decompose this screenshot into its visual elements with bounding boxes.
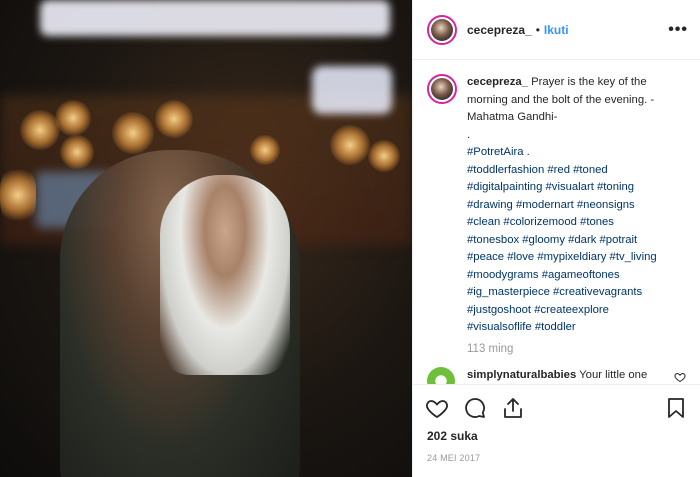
- instagram-post: cecepreza_ • Ikuti ••• cecepreza_ Prayer…: [0, 0, 700, 477]
- hashtag-line[interactable]: #tonesbox #gloomy #dark #potrait: [467, 232, 686, 250]
- hashtag-line[interactable]: #visualsoflife #toddler: [467, 319, 686, 337]
- header-username[interactable]: cecepreza_: [467, 23, 532, 37]
- photo-bokeh: [0, 165, 36, 225]
- photo-bokeh: [250, 135, 280, 165]
- comment-like-icon[interactable]: [674, 371, 686, 383]
- avatar-image: [431, 78, 453, 100]
- caption-text: cecepreza_ Prayer is the key of the morn…: [467, 74, 686, 337]
- avatar[interactable]: [427, 14, 457, 45]
- comment-username[interactable]: simplynaturalbabies: [467, 369, 576, 381]
- post-header: cecepreza_ • Ikuti •••: [413, 0, 700, 60]
- likes-count[interactable]: 202 suka: [413, 425, 700, 443]
- hashtag-line[interactable]: #justgoshoot #createexplore: [467, 302, 686, 320]
- hashtag-line[interactable]: #peace #love #mypixeldiary #tv_living: [467, 249, 686, 267]
- hashtag-line[interactable]: #moodygrams #agameoftones: [467, 267, 686, 285]
- photo-bokeh: [112, 112, 154, 154]
- hashtag-line[interactable]: #ig_masterpiece #creativevagrants: [467, 284, 686, 302]
- hashtag-line[interactable]: #toddlerfashion #red #toned: [467, 162, 686, 180]
- post-sidebar: cecepreza_ • Ikuti ••• cecepreza_ Prayer…: [412, 0, 700, 477]
- photo-bokeh: [60, 135, 94, 169]
- header-separator: •: [535, 22, 540, 37]
- hashtag-line[interactable]: #drawing #modernart #neonsigns: [467, 197, 686, 215]
- comment-text: simplynaturalbabies Your little one migh…: [467, 367, 662, 385]
- photo-bokeh: [330, 125, 370, 165]
- heart-icon[interactable]: [425, 396, 449, 420]
- photo-bokeh: [155, 100, 193, 138]
- photo-subject-toddler: [160, 175, 290, 375]
- hashtag-line[interactable]: #clean #colorizemood #tones: [467, 214, 686, 232]
- photo-neon-sign: [40, 0, 390, 36]
- follow-button[interactable]: Ikuti: [544, 23, 569, 37]
- caption-username[interactable]: cecepreza_: [467, 76, 528, 88]
- photo-bokeh: [368, 140, 400, 172]
- caption-avatar[interactable]: [427, 74, 457, 104]
- avatar-image: [431, 18, 453, 41]
- comment-item: simplynaturalbabies Your little one migh…: [427, 366, 686, 385]
- share-icon[interactable]: [501, 396, 525, 420]
- comments-list[interactable]: cecepreza_ Prayer is the key of the morn…: [413, 60, 700, 385]
- more-icon[interactable]: •••: [668, 21, 688, 39]
- post-date[interactable]: 24 MEI 2017: [413, 443, 700, 463]
- hashtag-line[interactable]: #PotretAira .: [467, 144, 686, 162]
- hashtag-line[interactable]: #digitalpainting #visualart #toning: [467, 179, 686, 197]
- caption-timestamp[interactable]: 113 ming: [467, 343, 686, 355]
- photo-bokeh: [20, 110, 60, 150]
- action-bar: [413, 385, 700, 425]
- post-photo[interactable]: [0, 0, 412, 477]
- comment-icon[interactable]: [463, 396, 487, 420]
- caption-dot: .: [467, 128, 471, 141]
- comment-avatar[interactable]: [427, 366, 455, 384]
- photo-neon-sign-small: [312, 66, 392, 114]
- bookmark-icon[interactable]: [664, 396, 688, 420]
- photo-bokeh: [55, 100, 91, 136]
- caption: cecepreza_ Prayer is the key of the morn…: [427, 74, 686, 337]
